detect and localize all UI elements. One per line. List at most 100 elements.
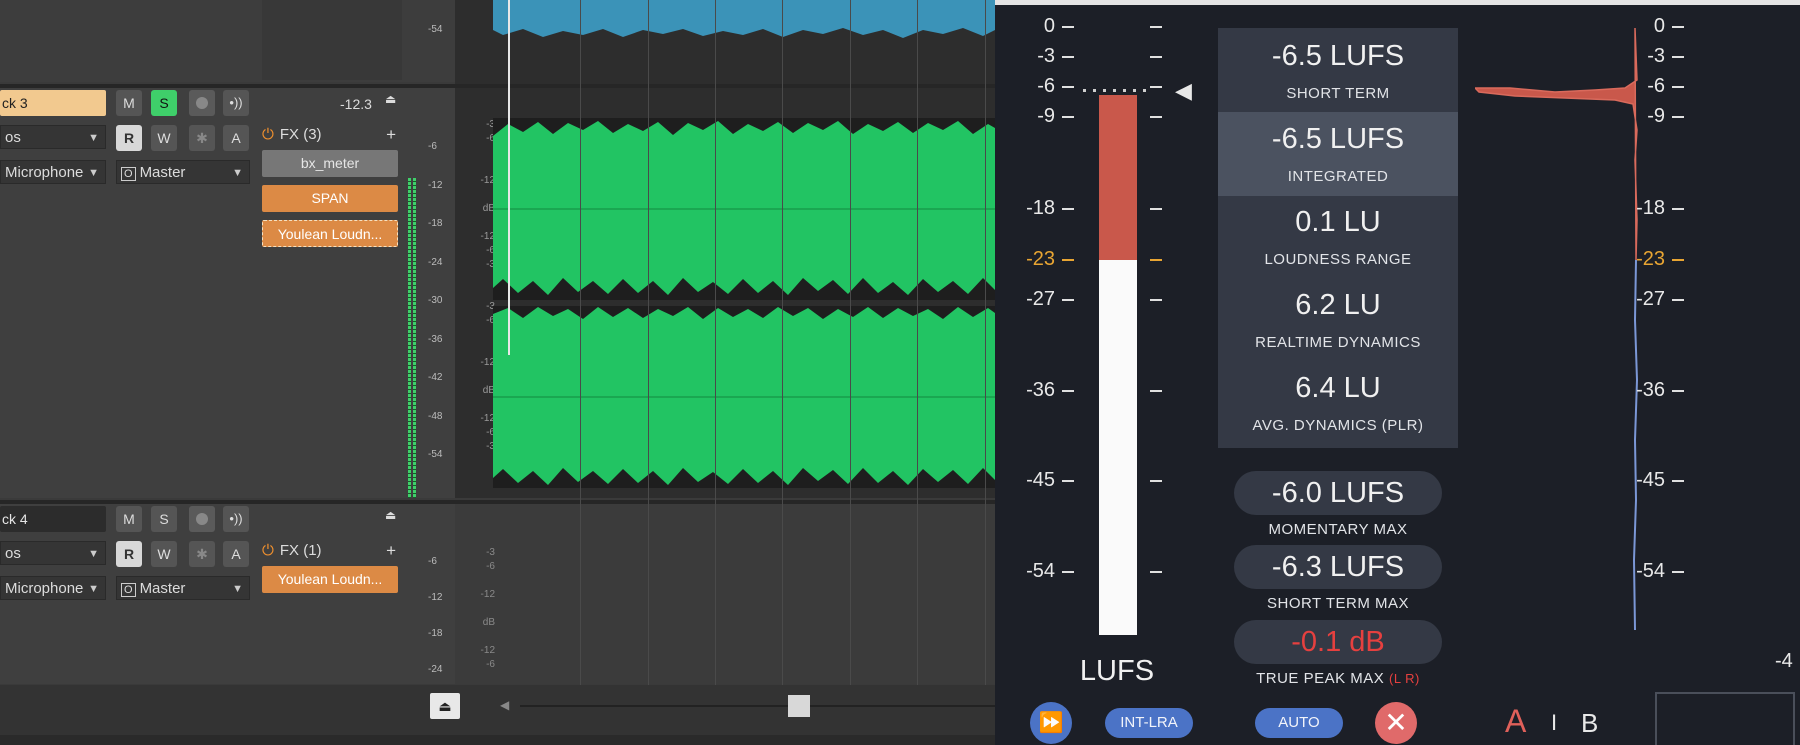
- track-3-panel: ck 3 M S •)) -12.3 ⏏ os ▼ R W ✱ A Microph…: [0, 88, 455, 498]
- pin-icon[interactable]: ⏏: [385, 92, 396, 106]
- fx-header[interactable]: ⏻ FX (3) +: [262, 123, 398, 147]
- scale-tick-label: 0: [1653, 15, 1665, 37]
- power-icon: ⏻: [262, 126, 274, 143]
- solo-button[interactable]: S: [151, 90, 177, 116]
- input-dropdown[interactable]: os ▼: [0, 125, 106, 149]
- scale-tick-mark: [1672, 208, 1684, 210]
- scale-tick-label: -36: [1636, 379, 1665, 401]
- scale-tick-mark: [1150, 208, 1162, 210]
- route-dropdown[interactable]: O Master ▼: [116, 160, 250, 184]
- fast-forward-icon: ⏩: [1038, 712, 1064, 734]
- scale-tick-mark: [1062, 571, 1074, 573]
- record-arm-button[interactable]: [189, 506, 215, 532]
- fx-slot[interactable]: bx_meter: [262, 150, 398, 177]
- reset-button[interactable]: ✕: [1375, 702, 1417, 744]
- mic-dropdown[interactable]: Microphone ▼: [0, 576, 106, 600]
- scale-tick-mark: [1672, 116, 1684, 118]
- scale-tick-mark: [1062, 56, 1074, 58]
- int-lra-button[interactable]: INT-LRA: [1105, 708, 1193, 738]
- scale-tick-mark: [1150, 571, 1162, 573]
- scale-tick-label: -6: [1647, 75, 1665, 97]
- ab-b-button[interactable]: B: [1581, 708, 1598, 739]
- monitor-button[interactable]: •)): [223, 90, 249, 116]
- route-dropdown[interactable]: O Master ▼: [116, 576, 250, 600]
- prev-track-waveform: [493, 0, 995, 38]
- scale-tick-label: -54: [1636, 560, 1665, 582]
- peak-hold-dots: [1083, 89, 1153, 92]
- momentary-max-value[interactable]: -6.0 LUFS: [1234, 471, 1442, 515]
- track-name[interactable]: ck 4: [0, 506, 106, 532]
- output-icon: O: [121, 167, 136, 181]
- input-dropdown[interactable]: os ▼: [0, 541, 106, 565]
- track-volume[interactable]: -12.3: [340, 96, 372, 112]
- auto-button[interactable]: A: [223, 541, 249, 567]
- mic-dropdown[interactable]: Microphone ▼: [0, 160, 106, 184]
- record-arm-button[interactable]: [189, 90, 215, 116]
- play-through-button[interactable]: ⏩: [1030, 702, 1072, 744]
- scale-tick-mark: [1672, 390, 1684, 392]
- scale-tick-label: -23: [1026, 248, 1055, 270]
- scale-tick-mark: [1150, 480, 1162, 482]
- short-term-max-value[interactable]: -6.3 LUFS: [1234, 545, 1442, 589]
- scale-tick-mark: [1062, 208, 1074, 210]
- scale-tick-label: -3: [1647, 45, 1665, 67]
- solo-button[interactable]: S: [151, 506, 177, 532]
- read-button[interactable]: R: [116, 125, 142, 151]
- realtime-dynamics-value[interactable]: 6.2 LU: [1218, 289, 1458, 322]
- lufs-level-meter: [1099, 95, 1137, 635]
- settings-panel-tab[interactable]: [1655, 692, 1795, 745]
- mute-button[interactable]: M: [116, 506, 142, 532]
- mute-button[interactable]: M: [116, 90, 142, 116]
- monitor-button[interactable]: •)): [223, 506, 249, 532]
- loudness-range-value[interactable]: 0.1 LU: [1218, 206, 1458, 239]
- scale-tick-label: -45: [1026, 469, 1055, 491]
- scale-tick-mark: [1672, 56, 1684, 58]
- scale-tick-label: -18: [1026, 197, 1055, 219]
- write-button[interactable]: W: [151, 125, 177, 151]
- play-cursor[interactable]: [508, 0, 510, 355]
- read-button[interactable]: R: [116, 541, 142, 567]
- scale-tick-mark: [1062, 299, 1074, 301]
- track-name[interactable]: ck 3: [0, 90, 106, 116]
- meter-scale: -6 -12 -18 -24 -30 -36 -42 -48 -54: [428, 141, 443, 460]
- envelope-toggle-icon[interactable]: ⏏: [430, 693, 460, 719]
- track-3-waveform: [493, 118, 995, 488]
- scale-tick-mark: [1672, 299, 1684, 301]
- scale-tick-mark: [1062, 259, 1074, 261]
- loudness-stats-panel: -6.5 LUFS SHORT TERM -6.5 LUFS INTEGRATE…: [1218, 28, 1458, 448]
- prev-track-fx-area: [262, 0, 402, 80]
- fx-slot[interactable]: Youlean Loudn...: [262, 566, 398, 593]
- scale-tick-mark: [1672, 86, 1684, 88]
- loudness-meter-plugin: LUFS ◀ -6.5 LUFS SHORT TERM -6.5 LUFS IN…: [995, 0, 1800, 745]
- pin-icon[interactable]: ⏏: [385, 508, 396, 522]
- auto-button[interactable]: AUTO: [1255, 708, 1343, 738]
- fx-header[interactable]: ⏻ FX (1) +: [262, 539, 398, 563]
- true-peak-max-value[interactable]: -0.1 dB: [1234, 620, 1442, 664]
- integrated-value[interactable]: -6.5 LUFS: [1218, 123, 1458, 156]
- avg-dynamics-label: AVG. DYNAMICS (PLR): [1252, 417, 1424, 434]
- target-arrow-icon[interactable]: ◀: [1175, 78, 1192, 104]
- scale-tick-mark: [1150, 26, 1162, 28]
- auto-button[interactable]: A: [223, 125, 249, 151]
- freeze-icon[interactable]: ✱: [189, 541, 215, 567]
- scale-tick-label: -27: [1026, 288, 1055, 310]
- fx-slot[interactable]: Youlean Loudn...: [262, 220, 398, 247]
- write-button[interactable]: W: [151, 541, 177, 567]
- freeze-icon[interactable]: ✱: [189, 125, 215, 151]
- scale-tick-mark: [1150, 259, 1162, 261]
- track-meter-right: [413, 178, 416, 498]
- avg-dynamics-value[interactable]: 6.4 LU: [1218, 372, 1458, 405]
- realtime-dynamics-label: REALTIME DYNAMICS: [1255, 334, 1421, 351]
- integrated-label: INTEGRATED: [1287, 168, 1389, 185]
- scroll-track[interactable]: [520, 705, 995, 707]
- scale-tick-label: -27: [1636, 288, 1665, 310]
- scale-tick-mark: [1062, 480, 1074, 482]
- ab-a-button[interactable]: A: [1505, 703, 1526, 740]
- track-4-lane[interactable]: [455, 504, 995, 684]
- scale-tick-mark: [1672, 259, 1684, 261]
- true-peak-channels: (L R): [1388, 671, 1420, 686]
- scroll-left-icon[interactable]: ◀: [500, 698, 509, 712]
- fx-slot[interactable]: SPAN: [262, 185, 398, 212]
- scroll-thumb[interactable]: [788, 695, 810, 717]
- speaker-icon: •)): [229, 95, 243, 110]
